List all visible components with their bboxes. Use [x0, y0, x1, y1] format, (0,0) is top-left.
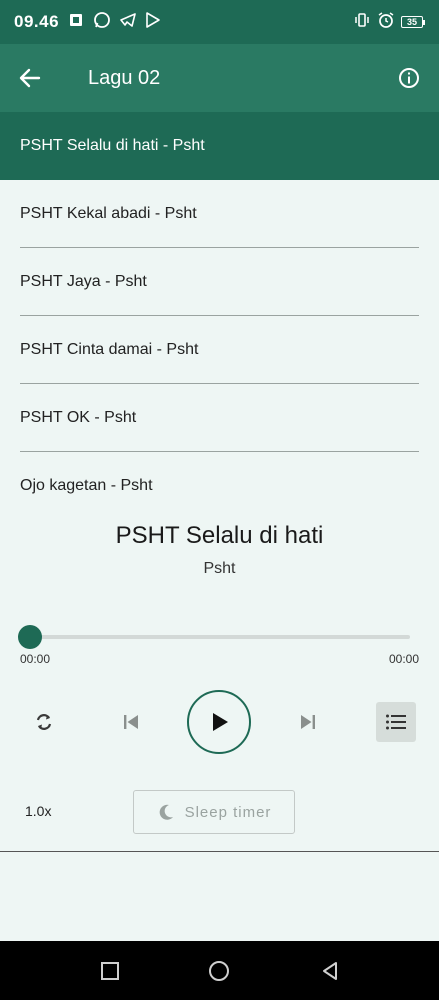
track-label: PSHT Cinta damai - Psht	[20, 341, 199, 358]
previous-button[interactable]	[113, 704, 149, 740]
playback-speed[interactable]: 1.0x	[25, 803, 51, 819]
playback-controls	[0, 688, 439, 756]
vibrate-icon	[353, 12, 371, 33]
seek-thumb[interactable]	[18, 625, 42, 649]
playlist-icon	[386, 714, 406, 730]
playlist-item[interactable]: PSHT Cinta damai - Psht	[0, 316, 439, 384]
back-nav-button[interactable]	[318, 959, 342, 983]
track-label: PSHT Kekal abadi - Psht	[20, 205, 197, 222]
status-time: 09.46	[14, 12, 60, 31]
page-title: Lagu 02	[88, 66, 161, 89]
repeat-icon	[36, 714, 52, 730]
home-button[interactable]	[207, 959, 231, 983]
sleep-timer-button[interactable]: Sleep timer	[133, 790, 295, 834]
playlist-item-active[interactable]: PSHT Selalu di hati - Psht	[0, 112, 439, 180]
battery-icon: 35	[401, 16, 425, 28]
playlist-item[interactable]: PSHT OK - Psht	[0, 384, 439, 452]
moon-icon	[159, 804, 173, 820]
status-system-icons: 35	[353, 11, 425, 34]
playlist-toggle-button[interactable]	[376, 702, 416, 742]
back-button[interactable]	[0, 44, 60, 112]
track-label: Ojo kagetan - Psht	[20, 477, 153, 494]
alarm-icon	[377, 11, 395, 34]
info-button[interactable]	[379, 44, 439, 112]
app-bar: Lagu 02	[0, 44, 439, 112]
play-store-icon	[145, 11, 161, 34]
track-label: PSHT Selalu di hati - Psht	[20, 137, 205, 154]
next-button[interactable]	[290, 704, 326, 740]
status-bar: 09.46 35	[0, 0, 439, 44]
system-nav-bar	[0, 941, 439, 1000]
info-icon	[399, 68, 419, 88]
now-playing-title: PSHT Selalu di hati	[115, 522, 324, 549]
divider	[0, 851, 439, 852]
track-label: PSHT Jaya - Psht	[20, 273, 147, 290]
playlist-item[interactable]: PSHT Jaya - Psht	[0, 248, 439, 316]
whatsapp-icon	[93, 11, 111, 34]
recents-icon	[101, 962, 119, 980]
seek-bar[interactable]	[30, 635, 410, 639]
elapsed-time: 00:00	[20, 652, 51, 666]
back-icon	[323, 962, 337, 980]
playlist: PSHT Selalu di hati - Psht PSHT Kekal ab…	[0, 112, 439, 520]
gallery-icon	[69, 12, 85, 33]
battery-level: 35	[401, 16, 423, 28]
telegram-icon	[119, 11, 137, 34]
playlist-item[interactable]: PSHT Kekal abadi - Psht	[0, 180, 439, 248]
sleep-timer-label: Sleep timer	[184, 803, 272, 821]
track-label: PSHT OK - Psht	[20, 409, 137, 426]
playlist-item[interactable]: Ojo kagetan - Psht	[0, 452, 439, 520]
total-duration: 00:00	[388, 652, 419, 666]
repeat-button[interactable]	[26, 704, 62, 740]
arrow-back-icon	[19, 68, 41, 88]
skip-previous-icon	[124, 715, 138, 729]
recents-button[interactable]	[98, 959, 122, 983]
now-playing-artist: Psht	[203, 560, 236, 577]
status-notification-icons	[69, 11, 161, 34]
play-icon	[213, 713, 228, 731]
skip-next-icon	[301, 715, 315, 729]
play-button[interactable]	[187, 690, 251, 754]
home-icon	[209, 961, 229, 981]
